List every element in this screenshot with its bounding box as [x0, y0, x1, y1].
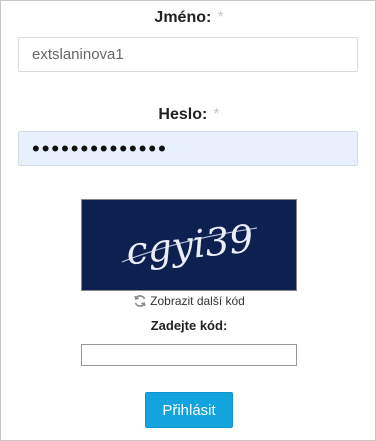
captcha-code-label: Zadejte kód:	[150, 318, 228, 333]
captcha-image: cgyi39	[81, 199, 297, 291]
password-required-mark: *	[213, 106, 220, 123]
captcha-code-input[interactable]	[81, 344, 297, 366]
refresh-icon	[133, 294, 147, 311]
username-required-mark: *	[217, 9, 224, 26]
password-input[interactable]: ••••••••••••••	[18, 131, 358, 166]
login-button[interactable]: Přihlásit	[145, 392, 233, 428]
refresh-captcha-label: Zobrazit další kód	[150, 294, 245, 308]
username-label: Jméno: *	[1, 9, 376, 27]
login-panel: Jméno: * Heslo: * •••••••••••••• cgyi39 Zo…	[0, 0, 376, 441]
refresh-captcha-link[interactable]: Zobrazit další kód	[1, 294, 376, 311]
password-label: Heslo: *	[1, 106, 376, 124]
username-input[interactable]	[18, 37, 358, 72]
password-masked-value: ••••••••••••••	[32, 136, 168, 161]
password-label-text: Heslo:	[158, 106, 208, 123]
captcha-graphic: cgyi39	[121, 216, 258, 273]
captcha-text: cgyi39	[124, 216, 255, 273]
username-label-text: Jméno:	[154, 9, 212, 26]
